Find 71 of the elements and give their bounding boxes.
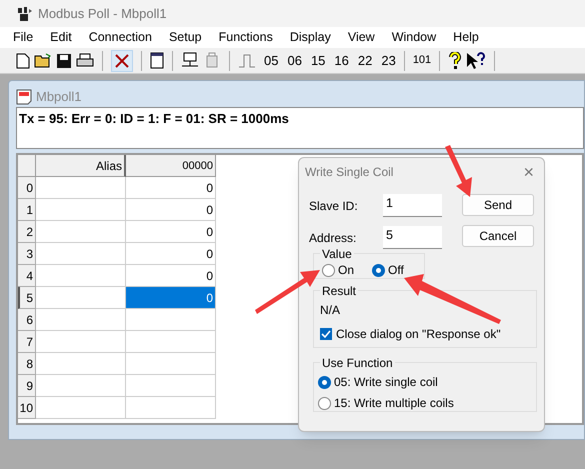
close-icon	[115, 54, 129, 68]
address-format-button[interactable]: 101	[412, 52, 432, 69]
menu-item[interactable]: View	[348, 28, 375, 47]
function-code-button[interactable]: 05	[264, 50, 278, 70]
function-code-button[interactable]: 06	[287, 50, 302, 70]
radio-button[interactable]	[322, 264, 335, 276]
context-help-icon[interactable]	[466, 52, 486, 70]
app-icon	[16, 6, 34, 22]
row-header: 5	[18, 287, 36, 309]
close-button[interactable]: ×	[519, 163, 538, 181]
table-cell: 0	[126, 199, 216, 221]
dialog-title: Write Single Coil	[305, 164, 394, 181]
radio-button[interactable]	[372, 264, 386, 276]
new-file-icon[interactable]	[16, 52, 30, 68]
input-field[interactable]: 5	[383, 226, 442, 249]
help-icon[interactable]	[448, 52, 462, 70]
column-header: Alias	[36, 155, 126, 177]
pulse-icon[interactable]	[238, 52, 256, 68]
radio-label[interactable]: Off	[388, 261, 404, 279]
menu-item[interactable]: Connection	[88, 28, 152, 47]
table-cell: 0	[126, 177, 216, 199]
function-code-button[interactable]: 23	[381, 50, 396, 70]
open-folder-icon[interactable]	[34, 53, 52, 68]
save-icon[interactable]	[56, 52, 72, 68]
checkbox-label[interactable]: Close dialog on "Response ok"	[336, 325, 501, 343]
computer-icon[interactable]	[181, 52, 199, 70]
radio-button[interactable]	[318, 376, 331, 388]
table-cell: 0	[126, 243, 216, 265]
row-header: 3	[18, 243, 36, 265]
radio-button[interactable]	[318, 396, 331, 410]
function-code-button[interactable]: 16	[334, 50, 349, 70]
menu-item[interactable]: Display	[290, 28, 331, 47]
row-header: 4	[18, 265, 36, 287]
document-title: Mbpoll1	[36, 88, 82, 106]
disconnect-button[interactable]	[111, 50, 133, 72]
function-code-button[interactable]: 22	[358, 50, 372, 70]
window-icon[interactable]	[150, 52, 164, 69]
arrow-drawing	[445, 145, 472, 197]
status-text: Tx = 95: Err = 0: ID = 1: F = 01: SR = 1000ms	[19, 111, 289, 126]
menu-item[interactable]: Help	[453, 28, 479, 47]
field-label: Slave ID:	[309, 198, 359, 214]
table-cell: 0	[126, 221, 216, 243]
table-cell: 0	[126, 287, 216, 309]
row-header: 6	[18, 309, 36, 331]
window-title: Modbus Poll - Mbpoll1	[38, 4, 167, 23]
print-icon[interactable]	[76, 52, 94, 68]
row-header: 1	[18, 199, 36, 221]
row-header: 8	[18, 353, 36, 375]
row-header: 7	[18, 331, 36, 353]
checkbox[interactable]	[320, 328, 332, 340]
arrow-drawing	[255, 270, 320, 314]
menu-item[interactable]: File	[13, 28, 34, 47]
menu-item[interactable]: Edit	[50, 28, 72, 47]
field-label: Address:	[309, 230, 358, 246]
dialog-button[interactable]: Cancel	[462, 225, 534, 247]
menu-item[interactable]: Window	[392, 28, 436, 47]
radio-label[interactable]: On	[338, 261, 354, 279]
row-header: 9	[18, 375, 36, 397]
document-icon	[16, 89, 32, 105]
function-code-button[interactable]: 15	[310, 50, 326, 70]
row-header: 2	[18, 221, 36, 243]
row-header: 0	[18, 177, 36, 199]
dialog-button[interactable]: Send	[462, 194, 534, 216]
menu-item[interactable]: Setup	[168, 28, 202, 47]
row-header: 10	[18, 397, 36, 419]
column-header: 00000	[126, 155, 216, 177]
menu-item[interactable]: Functions	[218, 28, 273, 47]
radio-label[interactable]: 05: Write single coil	[334, 373, 438, 391]
input-field[interactable]: 1	[383, 194, 442, 217]
radio-label[interactable]: 15: Write multiple coils	[334, 394, 454, 412]
result-text: N/A	[320, 303, 340, 317]
